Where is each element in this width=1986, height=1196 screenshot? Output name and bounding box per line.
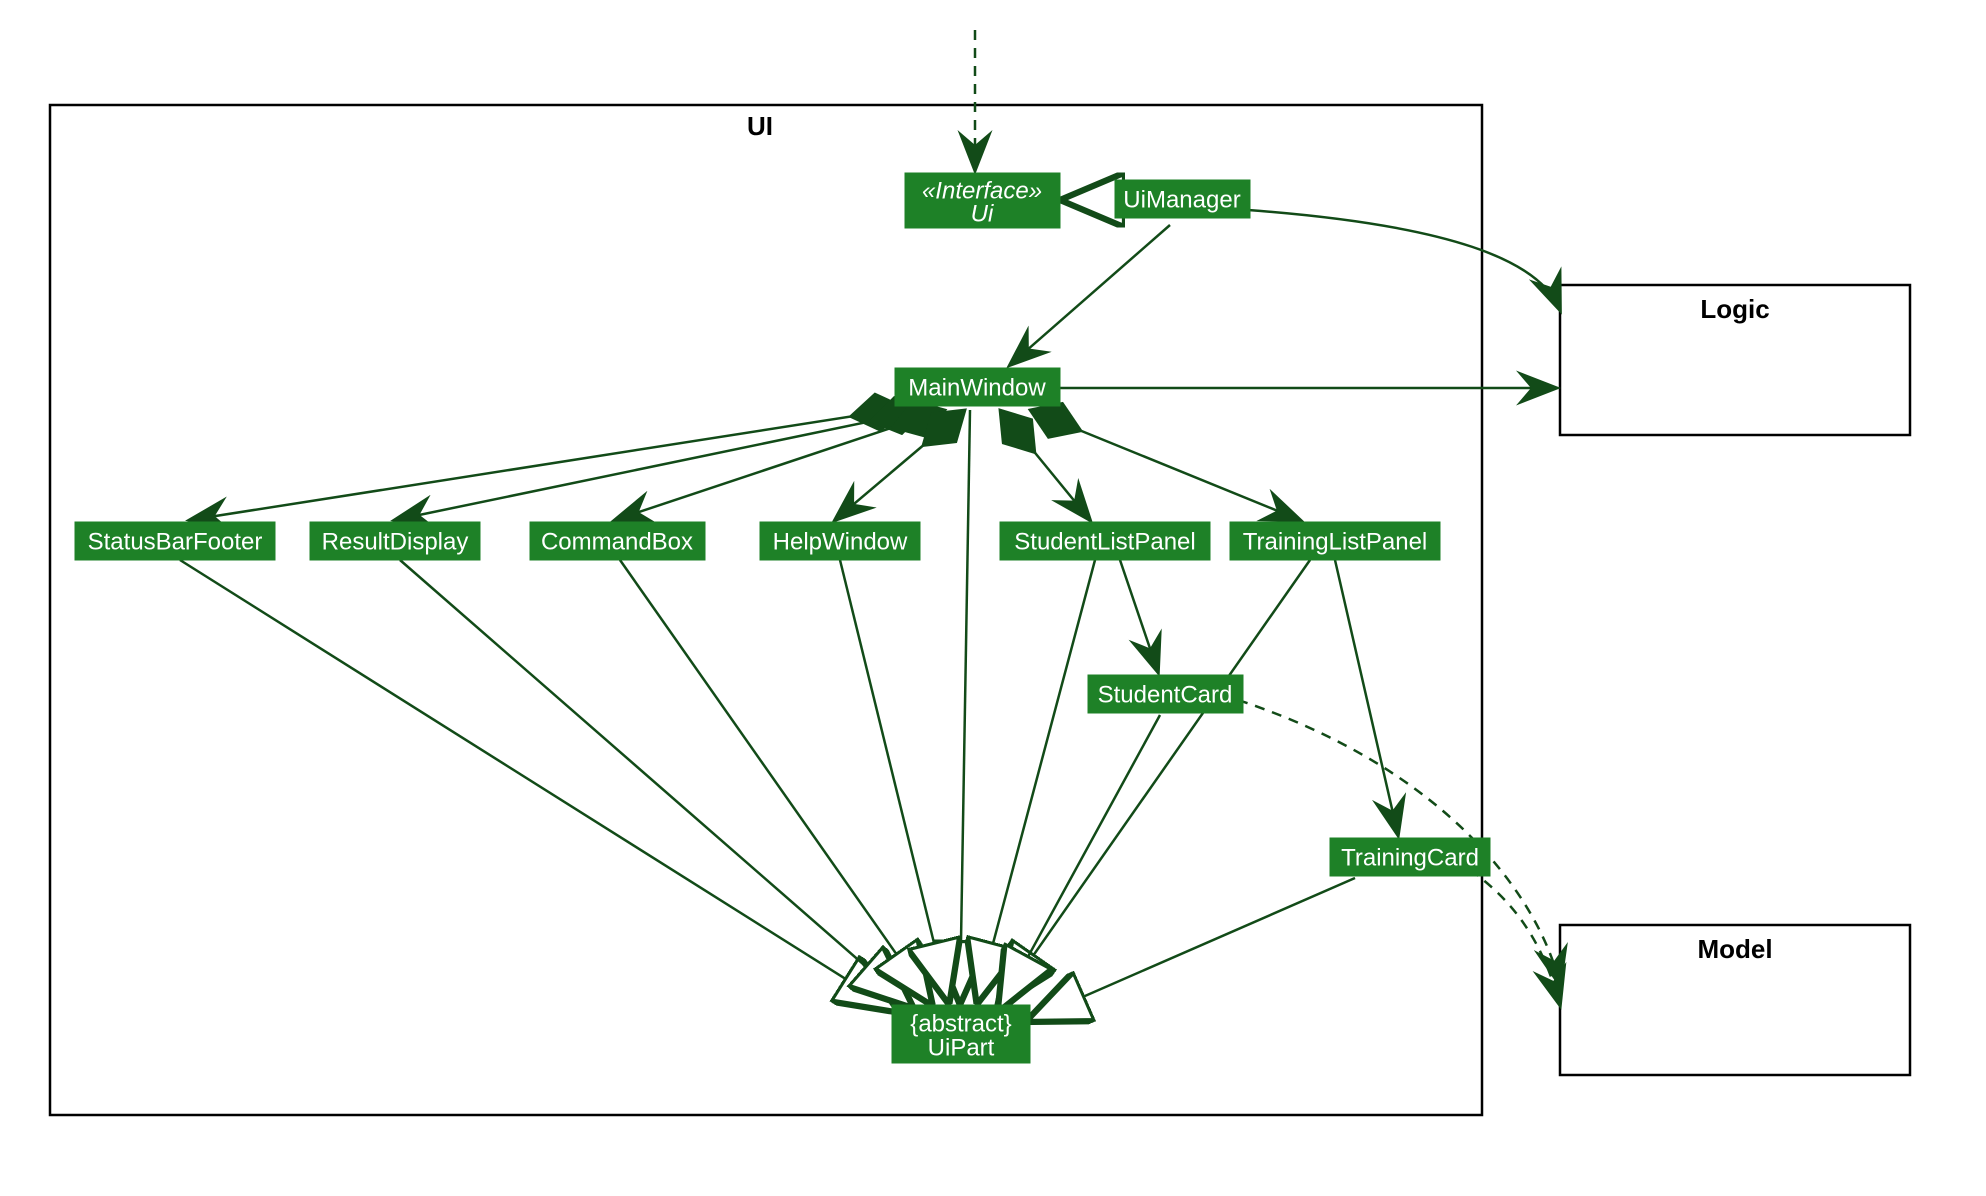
class-cb-name: CommandBox [541, 528, 693, 555]
class-rd-name: ResultDisplay [322, 528, 469, 555]
class-ui-interface: «Interface» Ui [905, 173, 1060, 228]
class-uipart-name: UiPart [928, 1034, 995, 1061]
package-logic-label: Logic [1700, 294, 1769, 324]
class-student-list-panel: StudentListPanel [1000, 522, 1210, 560]
package-model-label: Model [1697, 934, 1772, 964]
class-sc-name: StudentCard [1098, 681, 1233, 708]
class-training-card: TrainingCard [1330, 838, 1490, 876]
class-student-card: StudentCard [1088, 675, 1243, 713]
uml-diagram: UI Logic Model Model (dashed dependency,… [0, 0, 1986, 1196]
class-training-list-panel: TrainingListPanel [1230, 522, 1440, 560]
class-tc-name: TrainingCard [1341, 844, 1479, 871]
package-ui: UI [50, 105, 1482, 1115]
class-main-window-name: MainWindow [908, 374, 1046, 401]
class-result-display: ResultDisplay [310, 522, 480, 560]
class-hw-name: HelpWindow [773, 528, 908, 555]
class-ui-name: Ui [971, 200, 994, 227]
package-logic: Logic [1560, 285, 1910, 435]
class-help-window: HelpWindow [760, 522, 920, 560]
class-main-window: MainWindow [895, 368, 1060, 406]
class-sbf-name: StatusBarFooter [88, 528, 263, 555]
package-model: Model [1560, 925, 1910, 1075]
class-status-bar-footer: StatusBarFooter [75, 522, 275, 560]
class-ui-manager: UiManager [1115, 180, 1250, 218]
class-slp-name: StudentListPanel [1014, 528, 1195, 555]
class-tlp-name: TrainingListPanel [1243, 528, 1428, 555]
class-ui-part: {abstract} UiPart [892, 1005, 1030, 1063]
class-uipart-stereotype: {abstract} [910, 1010, 1011, 1037]
class-command-box: CommandBox [530, 522, 705, 560]
class-ui-manager-name: UiManager [1123, 186, 1240, 213]
edge-trainingcard-to-model [1470, 870, 1560, 1005]
package-ui-label: UI [747, 111, 773, 141]
